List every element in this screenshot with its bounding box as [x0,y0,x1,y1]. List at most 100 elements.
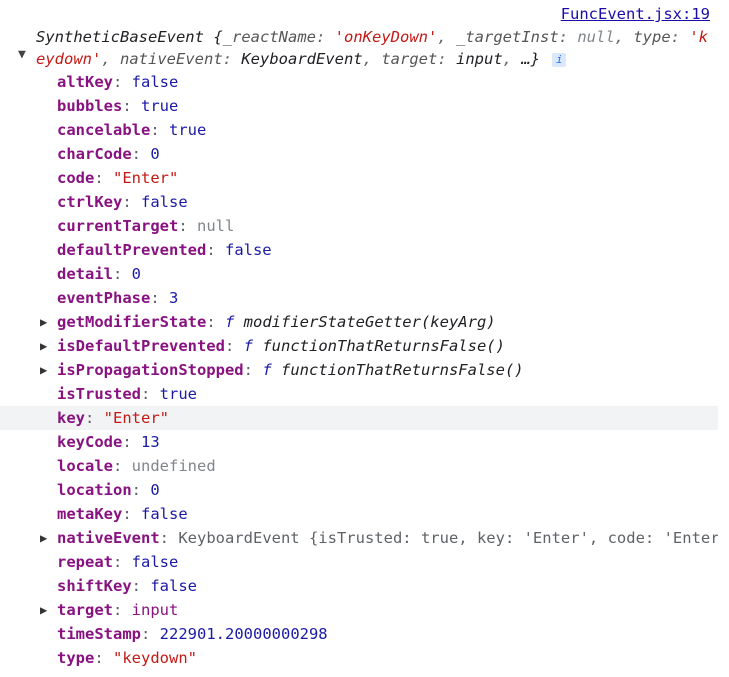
property-value: null [197,217,235,235]
property-value: 0 [131,265,142,283]
property-row[interactable]: ctrlKey: false [0,190,718,214]
property-key: charCode [57,145,132,163]
property-row[interactable]: keyCode: 13 [0,430,718,454]
object-type-name: SyntheticBaseEvent [36,28,204,46]
property-value: functionThatReturnsFalse() [281,361,524,379]
property-value: true [169,121,207,139]
property-row[interactable]: timeStamp: 222901.20000000298 [0,622,718,646]
property-row[interactable]: ▶ getModifierState: f modifierStateGetter… [0,310,718,334]
property-key: code [57,169,95,187]
property-key: detail [57,265,113,283]
property-value: undefined [131,457,216,475]
property-value: 3 [169,289,179,307]
property-value: false [141,505,188,523]
expand-triangle-icon[interactable]: ▶ [40,310,47,334]
property-row[interactable]: defaultPrevented: false [0,238,718,262]
summary-key: _targetInst [456,28,559,46]
property-value: true [159,385,197,403]
property-row[interactable]: key: "Enter" [0,406,718,430]
summary-value: KeyboardEvent [241,50,363,68]
property-key: isDefaultPrevented [57,337,225,355]
property-key: eventPhase [57,289,151,307]
collapse-triangle-icon[interactable]: ▼ [18,44,26,66]
summary-key: type [633,28,671,46]
property-value: "Enter" [113,169,179,187]
property-row[interactable]: locale: undefined [0,454,718,478]
property-value: 222901.20000000298 [159,625,328,643]
property-value: "Enter" [103,409,169,427]
summary-ellipsis: …} [521,50,541,68]
expand-triangle-icon[interactable]: ▶ [40,334,47,358]
summary-value: 'onKeyDown' [334,28,438,46]
expand-triangle-icon[interactable]: ▶ [40,598,47,622]
source-file-link[interactable]: FuncEvent.jsx:19 [561,5,710,23]
property-value: 13 [141,433,160,451]
property-row[interactable]: repeat: false [0,550,718,574]
property-key: bubbles [57,97,123,115]
property-row[interactable]: charCode: 0 [0,142,718,166]
property-value: true [141,97,179,115]
property-key: keyCode [57,433,123,451]
property-row[interactable]: ▶ nativeEvent: KeyboardEvent {isTrusted: … [0,526,718,550]
property-key: target [57,601,113,619]
property-value: false [131,73,179,91]
property-value: false [224,241,272,259]
summary-value: input [456,50,503,68]
property-row[interactable]: cancelable: true [0,118,718,142]
property-key: timeStamp [57,625,141,643]
property-row[interactable]: bubbles: true [0,94,718,118]
property-row[interactable]: ▶ isPropagationStopped: f functionThatRet… [0,358,718,382]
property-row[interactable]: code: "Enter" [0,166,718,190]
property-key: currentTarget [57,217,179,235]
property-key: cancelable [57,121,151,139]
property-value: false [150,577,197,595]
property-key: locale [57,457,113,475]
property-value: "keydown" [113,649,197,667]
property-key: metaKey [57,505,123,523]
property-key: location [57,481,132,499]
property-key: altKey [57,73,113,91]
property-list: altKey: false bubbles: true cancelable: tr… [0,70,718,670]
property-row[interactable]: metaKey: false [0,502,718,526]
function-icon: f [243,337,253,355]
property-key: ctrlKey [57,193,123,211]
property-row[interactable]: ▶ target: input [0,598,718,622]
property-value: input [131,601,179,619]
summary-value: null [577,28,615,46]
property-key: key [57,409,85,427]
property-value: modifierStateGetter(keyArg) [243,313,496,331]
function-icon: f [224,313,235,331]
property-key: repeat [57,553,113,571]
property-value: 0 [150,145,160,163]
open-brace: { [213,28,223,46]
summary-key: target [381,50,438,68]
property-row[interactable]: type: "keydown" [0,646,718,670]
property-key: shiftKey [57,577,132,595]
property-row[interactable]: ▶ isDefaultPrevented: f functionThatRetur… [0,334,718,358]
summary-key: nativeEvent [120,50,223,68]
property-value: 0 [150,481,160,499]
event-object-summary[interactable]: ▼ SyntheticBaseEvent {_reactName: 'onKey… [0,26,718,70]
property-key: type [57,649,95,667]
function-icon: f [262,361,272,379]
property-row[interactable]: isTrusted: true [0,382,718,406]
info-icon[interactable]: i [552,53,567,67]
property-row[interactable]: eventPhase: 3 [0,286,718,310]
property-value: KeyboardEvent {isTrusted: true, key: 'En… [178,529,718,547]
property-key: nativeEvent [57,529,160,547]
property-value: functionThatReturnsFalse() [262,337,505,355]
expand-triangle-icon[interactable]: ▶ [40,526,47,550]
property-row[interactable]: altKey: false [0,70,718,94]
property-key: defaultPrevented [57,241,207,259]
property-key: isTrusted [57,385,141,403]
summary-key: _reactName [222,28,316,46]
property-value: false [131,553,179,571]
property-row[interactable]: location: 0 [0,478,718,502]
property-row[interactable]: detail: 0 [0,262,718,286]
property-row[interactable]: currentTarget: null [0,214,718,238]
property-value: false [141,193,188,211]
expand-triangle-icon[interactable]: ▶ [40,358,47,382]
property-row[interactable]: shiftKey: false [0,574,718,598]
property-key: getModifierState [57,313,207,331]
property-key: isPropagationStopped [57,361,244,379]
